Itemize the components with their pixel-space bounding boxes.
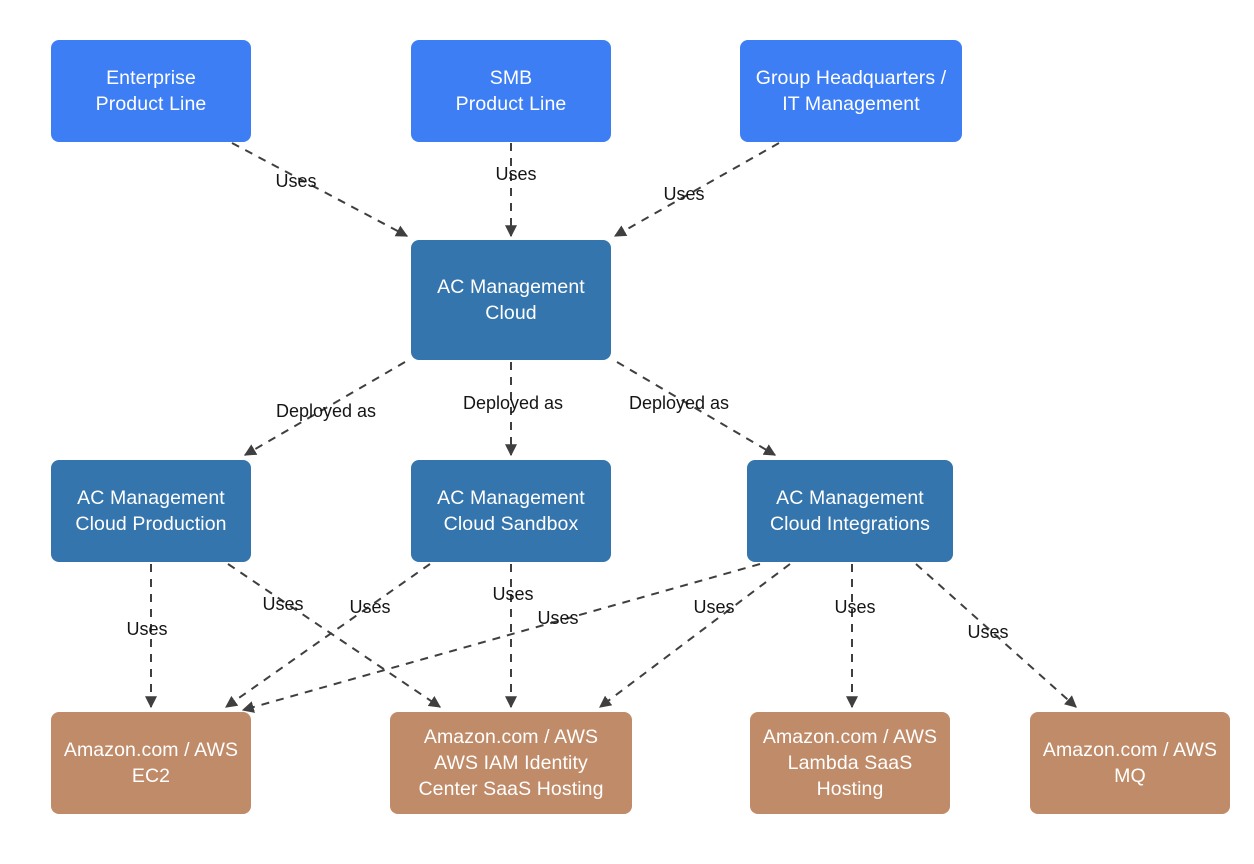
node-label: Amazon.com / AWS EC2 [63,739,239,787]
node-label: Amazon.com / AWS MQ [1042,739,1218,787]
edge [599,563,791,708]
edge-label: Uses [349,597,391,617]
node-label: SMB Product Line [455,67,567,115]
edge [231,142,409,237]
node-aws-mq[interactable]: Amazon.com / AWS MQ [1030,712,1230,814]
edge-label: Uses [495,164,537,184]
edge-line [231,142,409,237]
node-label: AC Management Cloud Production [75,487,227,535]
node-label: Amazon.com / AWS AWS IAM Identity Center… [418,726,604,800]
edge-line [227,563,441,708]
node-aws-ec2[interactable]: Amazon.com / AWS EC2 [51,712,251,814]
node-ac-management-cloud[interactable]: AC Management Cloud [411,240,611,360]
node-group-headquarters-it-management[interactable]: Group Headquarters / IT Management [740,40,962,142]
architecture-diagram: Enterprise Product Line SMB Product Line G… [0,0,1254,864]
node-ac-management-cloud-integrations[interactable]: AC Management Cloud Integrations [747,460,953,562]
edge-label: Uses [693,597,735,617]
edge [225,563,431,708]
node-label: AC Management Cloud Sandbox [437,487,585,535]
node-label: Amazon.com / AWS Lambda SaaS Hosting [762,726,938,800]
node-ac-management-cloud-sandbox[interactable]: AC Management Cloud Sandbox [411,460,611,562]
edge-label: Uses [834,597,876,617]
node-smb-product-line[interactable]: SMB Product Line [411,40,611,142]
edge-label: Uses [663,184,705,204]
edge-label: Deployed as [462,393,564,413]
edge [227,563,441,708]
node-aws-iam-identity-center[interactable]: Amazon.com / AWS AWS IAM Identity Center… [390,712,632,814]
node-ac-management-cloud-production[interactable]: AC Management Cloud Production [51,460,251,562]
edge-line [599,563,791,708]
node-aws-lambda-saas-hosting[interactable]: Amazon.com / AWS Lambda SaaS Hosting [750,712,950,814]
node-label: Group Headquarters / IT Management [755,67,947,115]
node-label: Enterprise Product Line [95,67,207,115]
edge-label: Uses [262,594,304,614]
edge-label: Deployed as [275,401,377,421]
edge-label: Uses [537,608,579,628]
edge-label: Uses [492,584,534,604]
edge-label: Uses [275,171,317,191]
node-enterprise-product-line[interactable]: Enterprise Product Line [51,40,251,142]
node-label: AC Management Cloud Integrations [769,487,931,535]
edge-label: Uses [126,619,168,639]
edge-label: Uses [967,622,1009,642]
edge-label: Deployed as [628,393,730,413]
node-label: AC Management Cloud [437,276,585,324]
edge-line [225,563,431,708]
